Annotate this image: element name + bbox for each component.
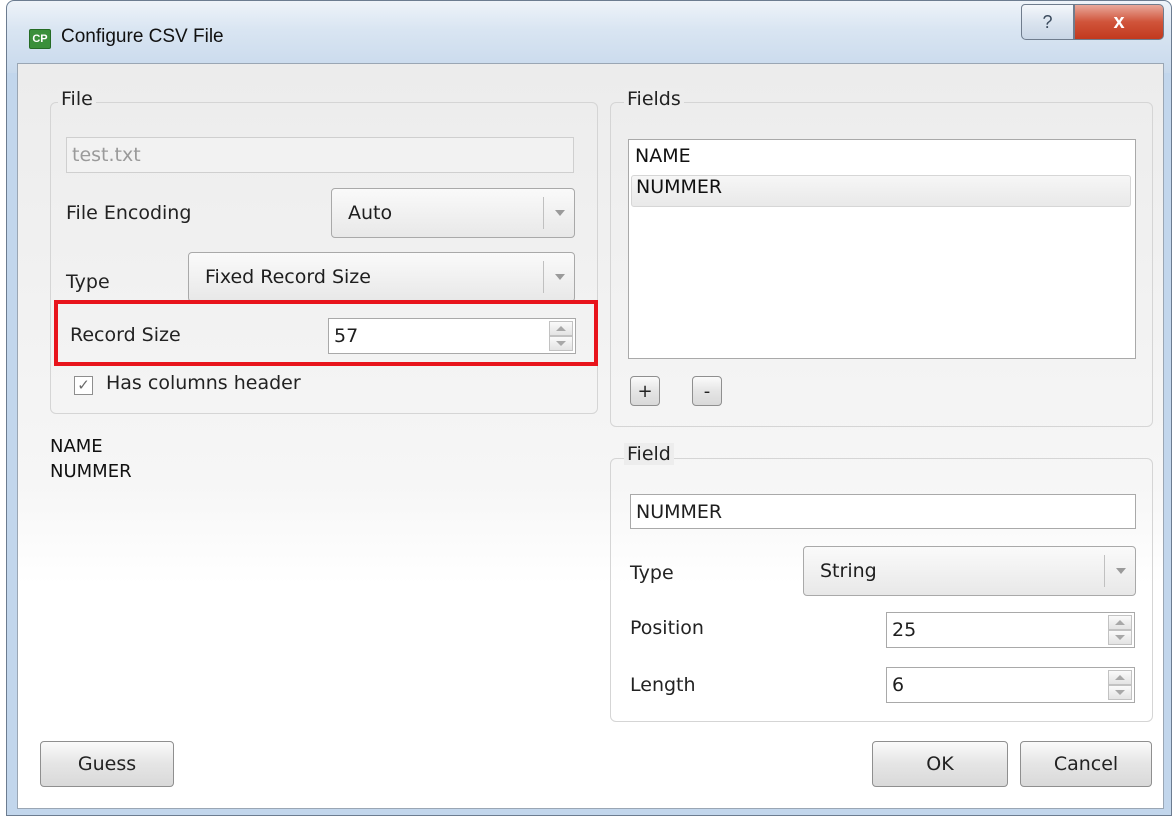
file-group-title: File — [58, 88, 96, 110]
type-label: Type — [66, 271, 110, 293]
position-spinbox[interactable]: 25 — [886, 612, 1135, 648]
type-value: Fixed Record Size — [205, 266, 371, 288]
field-group-title: Field — [624, 443, 674, 465]
guess-button[interactable]: Guess — [40, 741, 174, 787]
spin-up-icon[interactable] — [1108, 670, 1132, 685]
cancel-button[interactable]: Cancel — [1020, 741, 1152, 787]
combo-separator — [1104, 555, 1105, 587]
field-type-value: String — [820, 560, 877, 582]
fields-group-title: Fields — [624, 88, 684, 110]
list-item[interactable]: NUMMER — [631, 175, 1131, 207]
field-type-select[interactable]: String — [803, 546, 1136, 596]
spin-down-icon[interactable] — [549, 336, 573, 351]
spin-down-icon[interactable] — [1108, 685, 1132, 700]
add-field-button[interactable]: + — [630, 376, 660, 406]
spin-up-icon[interactable] — [549, 321, 573, 336]
file-encoding-value: Auto — [348, 202, 393, 224]
position-spin-buttons — [1108, 615, 1132, 645]
file-encoding-label: File Encoding — [66, 202, 192, 224]
list-item[interactable]: NAME — [631, 145, 1131, 173]
window-title: Configure CSV File — [61, 26, 224, 47]
chevron-down-icon — [1116, 568, 1126, 574]
type-select[interactable]: Fixed Record Size — [188, 252, 575, 302]
length-spinbox[interactable]: 6 — [886, 667, 1135, 703]
spin-up-icon[interactable] — [1108, 615, 1132, 630]
help-button[interactable]: ? — [1021, 4, 1074, 40]
length-value: 6 — [892, 674, 905, 696]
app-icon: CP — [29, 29, 51, 49]
field-type-label: Type — [630, 562, 674, 584]
field-name-input[interactable]: NUMMER — [630, 494, 1136, 529]
combo-separator — [543, 261, 544, 293]
length-label: Length — [630, 674, 696, 696]
preview-line-2: NUMMER — [50, 461, 132, 482]
position-value: 25 — [892, 619, 917, 641]
position-label: Position — [630, 617, 704, 639]
ok-button[interactable]: OK — [872, 741, 1008, 787]
record-size-spin-buttons — [549, 321, 573, 351]
filename-field: test.txt — [66, 137, 574, 173]
dialog-client-area: File test.txt File Encoding Auto Type Fi… — [17, 63, 1164, 809]
dialog-window: CP Configure CSV File ? x File test.txt … — [6, 0, 1172, 816]
has-header-label: Has columns header — [106, 372, 301, 394]
chevron-down-icon — [555, 274, 565, 280]
record-size-label: Record Size — [70, 324, 181, 346]
file-encoding-select[interactable]: Auto — [331, 188, 575, 238]
combo-separator — [543, 197, 544, 229]
spin-down-icon[interactable] — [1108, 630, 1132, 645]
close-button[interactable]: x — [1074, 4, 1164, 40]
record-size-spinbox[interactable]: 57 — [328, 318, 576, 354]
record-size-value: 57 — [334, 325, 359, 347]
length-spin-buttons — [1108, 670, 1132, 700]
remove-field-button[interactable]: - — [692, 376, 722, 406]
preview-line-1: NAME — [50, 436, 103, 457]
chevron-down-icon — [555, 210, 565, 216]
fields-list[interactable]: NAME NUMMER — [628, 139, 1136, 359]
has-header-checkbox[interactable]: ✓ — [74, 376, 93, 395]
